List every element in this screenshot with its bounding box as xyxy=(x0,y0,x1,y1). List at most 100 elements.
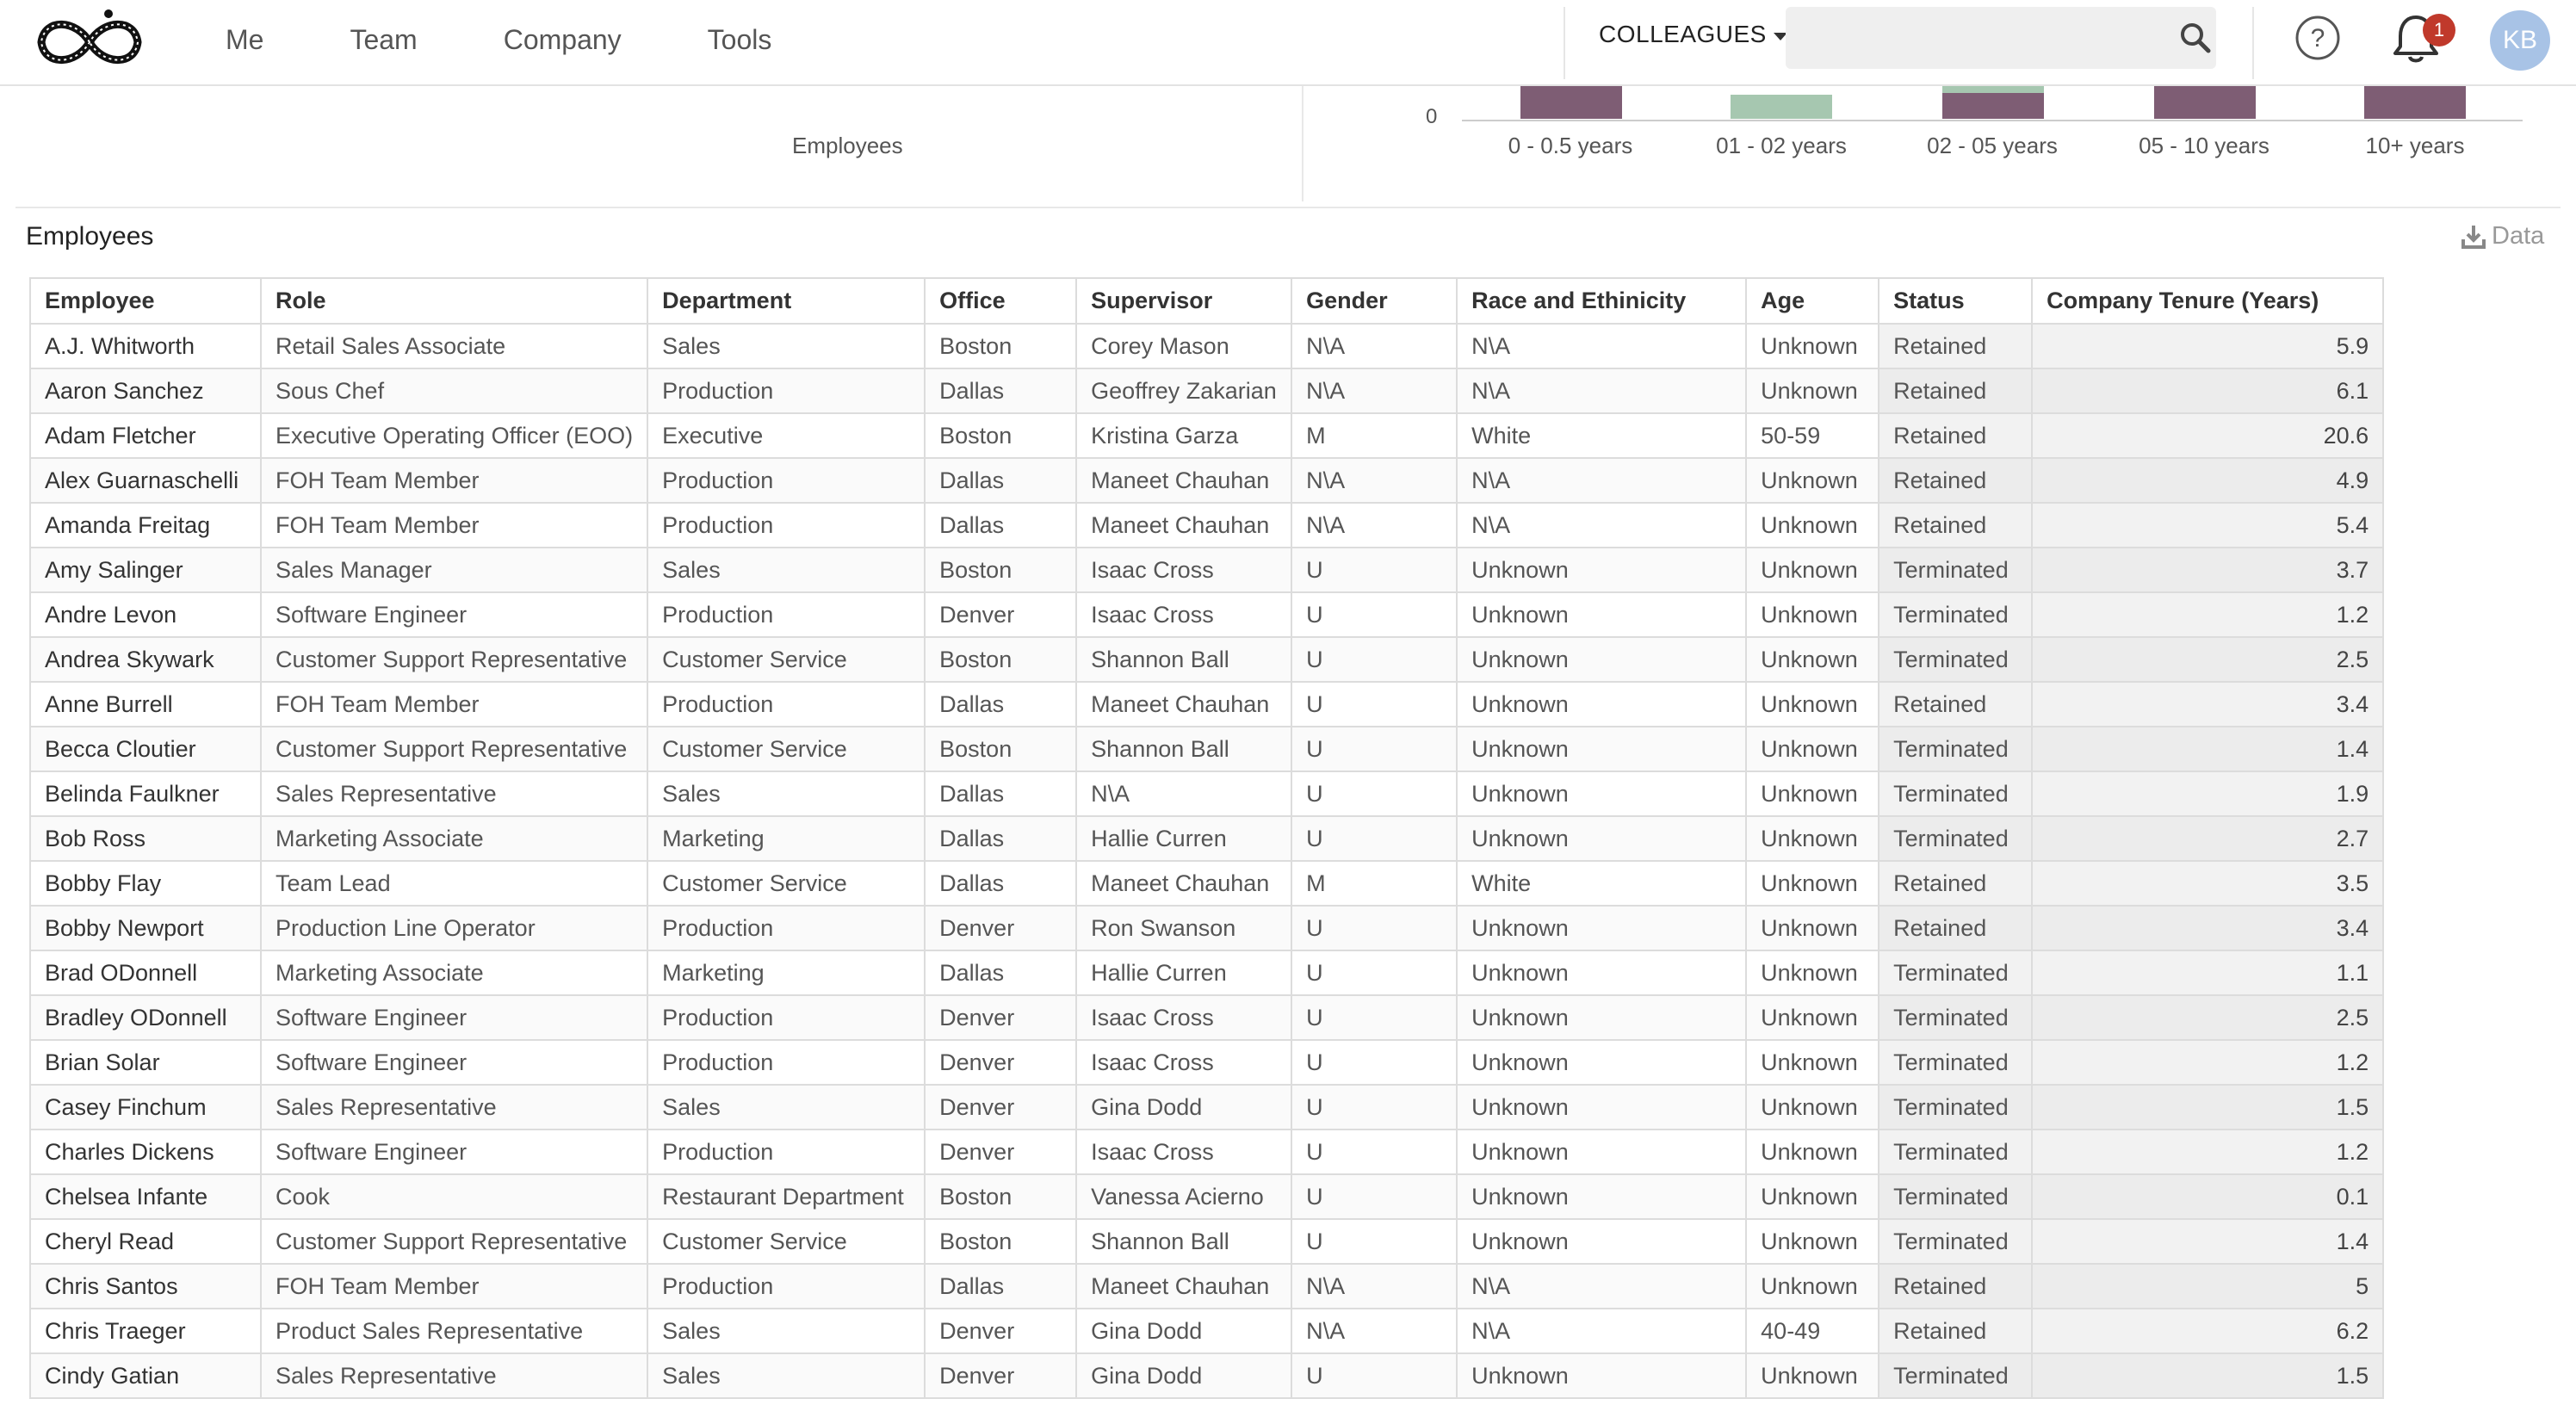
table-row[interactable]: Anne Burrell FOH Team Member Production Dal… xyxy=(29,681,2385,727)
table-row[interactable]: Bobby Flay Team Lead Customer Service Dalla… xyxy=(29,860,2385,907)
cell-age: Unknown xyxy=(1745,368,1880,414)
cell-employee[interactable]: Chris Traeger xyxy=(29,1308,262,1354)
table-row[interactable]: Aaron Sanchez Sous Chef Production Dallas Ge… xyxy=(29,368,2385,414)
cell-department: Production xyxy=(647,994,926,1041)
cell-race-ethnicity: Unknown xyxy=(1456,1039,1748,1086)
company-logo[interactable] xyxy=(29,7,150,77)
table-row[interactable]: Amanda Freitag FOH Team Member Production D… xyxy=(29,502,2385,548)
table-row[interactable]: Casey Finchum Sales Representative Sales De… xyxy=(29,1084,2385,1130)
cell-role: Retail Sales Associate xyxy=(259,323,649,369)
cell-employee[interactable]: Chris Santos xyxy=(29,1263,262,1309)
cell-tenure: 1.2 xyxy=(2031,591,2385,638)
cell-employee[interactable]: Bob Ross xyxy=(29,815,262,862)
column-header-age[interactable]: Age xyxy=(1745,277,1880,325)
table-row[interactable]: Chris Santos FOH Team Member Production Dal… xyxy=(29,1263,2385,1309)
table-row[interactable]: Cheryl Read Customer Support Representati… xyxy=(29,1218,2385,1265)
cell-department: Production xyxy=(647,905,926,951)
cell-supervisor: Corey Mason xyxy=(1075,323,1293,369)
table-row[interactable]: Amy Salinger Sales Manager Sales Boston Isaa… xyxy=(29,547,2385,593)
cell-employee[interactable]: Brad ODonnell xyxy=(29,950,262,996)
column-header-department[interactable]: Department xyxy=(647,277,926,325)
cell-supervisor: Maneet Chauhan xyxy=(1075,1263,1293,1309)
column-header-employee[interactable]: Employee xyxy=(29,277,262,325)
table-row[interactable]: Cindy Gatian Sales Representative Sales Den… xyxy=(29,1352,2385,1399)
cell-department: Production xyxy=(647,681,926,727)
download-data-label: Data xyxy=(2492,222,2545,250)
cell-department: Sales xyxy=(647,547,926,593)
cell-age: Unknown xyxy=(1745,323,1880,369)
cell-employee[interactable]: Casey Finchum xyxy=(29,1084,262,1130)
cell-age: Unknown xyxy=(1745,1039,1880,1086)
column-header-status[interactable]: Status xyxy=(1878,277,2034,325)
table-row[interactable]: Chelsea Infante Cook Restaurant Department… xyxy=(29,1173,2385,1220)
nav-tools[interactable]: Tools xyxy=(708,24,772,56)
nav-me[interactable]: Me xyxy=(226,24,263,56)
table-row[interactable]: Bradley ODonnell Software Engineer Product… xyxy=(29,994,2385,1041)
help-icon[interactable]: ? xyxy=(2294,14,2342,62)
table-body: A.J. Whitworth Retail Sales Associate Sale… xyxy=(29,323,2385,1399)
cell-employee[interactable]: Andrea Skywark xyxy=(29,636,262,683)
top-navbar: Me Team Company Tools COLLEAGUES ? 1 KB xyxy=(0,0,2576,86)
cell-employee[interactable]: Bradley ODonnell xyxy=(29,994,262,1041)
cell-employee[interactable]: Amanda Freitag xyxy=(29,502,262,548)
column-header-role[interactable]: Role xyxy=(259,277,649,325)
table-row[interactable]: Brad ODonnell Marketing Associate Marketin… xyxy=(29,950,2385,996)
cell-employee[interactable]: Cheryl Read xyxy=(29,1218,262,1265)
column-header-office[interactable]: Office xyxy=(924,277,1078,325)
cell-gender: U xyxy=(1291,1084,1458,1130)
table-row[interactable]: Brian Solar Software Engineer Production De… xyxy=(29,1039,2385,1086)
search-input[interactable] xyxy=(1786,7,2216,69)
table-row[interactable]: Andre Levon Software Engineer Production De… xyxy=(29,591,2385,638)
table-row[interactable]: Charles Dickens Software Engineer Producti… xyxy=(29,1129,2385,1175)
cell-employee[interactable]: Bobby Newport xyxy=(29,905,262,951)
nav-company[interactable]: Company xyxy=(504,24,622,56)
column-header-race-ethnicity[interactable]: Race and Ethinicity xyxy=(1456,277,1748,325)
cell-employee[interactable]: Andre Levon xyxy=(29,591,262,638)
cell-employee[interactable]: Cindy Gatian xyxy=(29,1352,262,1399)
cell-employee[interactable]: Brian Solar xyxy=(29,1039,262,1086)
column-header-gender[interactable]: Gender xyxy=(1291,277,1458,325)
cell-employee[interactable]: Belinda Faulkner xyxy=(29,771,262,817)
cell-role: FOH Team Member xyxy=(259,681,649,727)
cell-employee[interactable]: Adam Fletcher xyxy=(29,412,262,459)
user-avatar[interactable]: KB xyxy=(2490,10,2550,71)
table-row[interactable]: Andrea Skywark Customer Support Represent… xyxy=(29,636,2385,683)
cell-employee[interactable]: Charles Dickens xyxy=(29,1129,262,1175)
cell-race-ethnicity: Unknown xyxy=(1456,1084,1748,1130)
column-header-tenure[interactable]: Company Tenure (Years) xyxy=(2031,277,2385,325)
table-row[interactable]: Becca Cloutier Customer Support Represent… xyxy=(29,726,2385,772)
cell-supervisor: Isaac Cross xyxy=(1075,1039,1293,1086)
table-row[interactable]: Alex Guarnaschelli FOH Team Member Product… xyxy=(29,457,2385,504)
cell-status: Retained xyxy=(1878,412,2034,459)
cell-supervisor: Shannon Ball xyxy=(1075,636,1293,683)
cell-supervisor: Maneet Chauhan xyxy=(1075,457,1293,504)
colleagues-dropdown[interactable]: COLLEAGUES xyxy=(1599,21,1787,48)
cell-employee[interactable]: Alex Guarnaschelli xyxy=(29,457,262,504)
cell-gender: U xyxy=(1291,681,1458,727)
cell-employee[interactable]: Aaron Sanchez xyxy=(29,368,262,414)
cell-supervisor: Geoffrey Zakarian xyxy=(1075,368,1293,414)
cell-role: Customer Support Representative xyxy=(259,726,649,772)
cell-supervisor: Maneet Chauhan xyxy=(1075,502,1293,548)
cell-gender: U xyxy=(1291,950,1458,996)
cell-employee[interactable]: A.J. Whitworth xyxy=(29,323,262,369)
cell-office: Dallas xyxy=(924,1263,1078,1309)
table-row[interactable]: Belinda Faulkner Sales Representative Sale… xyxy=(29,771,2385,817)
nav-team[interactable]: Team xyxy=(350,24,417,56)
cell-employee[interactable]: Bobby Flay xyxy=(29,860,262,907)
cell-employee[interactable]: Amy Salinger xyxy=(29,547,262,593)
table-row[interactable]: Adam Fletcher Executive Operating Officer… xyxy=(29,412,2385,459)
column-header-supervisor[interactable]: Supervisor xyxy=(1075,277,1293,325)
cell-office: Boston xyxy=(924,547,1078,593)
cell-employee[interactable]: Chelsea Infante xyxy=(29,1173,262,1220)
cell-employee[interactable]: Becca Cloutier xyxy=(29,726,262,772)
table-row[interactable]: A.J. Whitworth Retail Sales Associate Sale… xyxy=(29,323,2385,369)
table-row[interactable]: Bobby Newport Production Line Operator Pro… xyxy=(29,905,2385,951)
download-data-button[interactable]: Data xyxy=(2461,222,2544,251)
cell-department: Sales xyxy=(647,771,926,817)
search-icon[interactable] xyxy=(2178,21,2213,55)
cell-employee[interactable]: Anne Burrell xyxy=(29,681,262,727)
table-row[interactable]: Bob Ross Marketing Associate Marketing Dall… xyxy=(29,815,2385,862)
table-row[interactable]: Chris Traeger Product Sales Representativ… xyxy=(29,1308,2385,1354)
cell-supervisor: Gina Dodd xyxy=(1075,1308,1293,1354)
